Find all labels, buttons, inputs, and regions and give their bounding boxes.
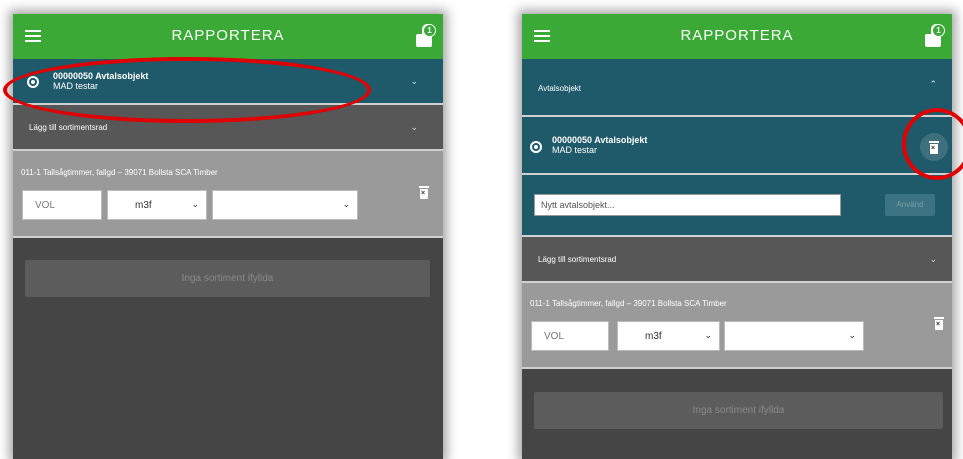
lock-icon[interactable]: 1	[925, 24, 945, 48]
object-row[interactable]: 00000050 Avtalsobjekt MAD testar ×	[522, 117, 952, 175]
object-title: 00000050 Avtalsobjekt	[552, 135, 648, 145]
chevron-down-icon[interactable]: ⌄	[410, 122, 418, 133]
chevron-down-icon: ⌄	[342, 199, 350, 209]
chevron-down-icon: ⌄	[848, 330, 856, 340]
lock-badge: 1	[423, 24, 436, 37]
assortment-label: 011-1 Tallsågtimmer, fallgd – 39071 Boll…	[21, 168, 218, 177]
unit-select[interactable]: m3f ⌄	[617, 321, 720, 351]
trash-icon[interactable]: ×	[419, 186, 429, 199]
right-screen: RAPPORTERA 1 Avtalsobjekt ⌃ 00000050 Avt…	[522, 14, 952, 459]
left-screen: RAPPORTERA 1 00000050 Avtalsobjekt MAD t…	[13, 14, 443, 459]
avtalsobjekt-header[interactable]: Avtalsobjekt ⌃	[522, 59, 952, 117]
object-row[interactable]: 00000050 Avtalsobjekt MAD testar ⌄	[13, 59, 443, 105]
trash-icon[interactable]: ×	[934, 317, 944, 330]
app-title: RAPPORTERA	[171, 27, 285, 44]
volume-input[interactable]: VOL	[531, 321, 609, 351]
extra-select[interactable]: ⌄	[212, 190, 358, 220]
lock-icon[interactable]: 1	[416, 24, 436, 48]
add-assortment-label: Lägg till sortimentsrad	[29, 123, 108, 132]
empty-assortment-button[interactable]: Inga sortiment ifyllda	[25, 260, 430, 297]
unit-select[interactable]: m3f ⌄	[107, 190, 207, 220]
app-title: RAPPORTERA	[680, 27, 794, 44]
volume-input[interactable]: VOL	[22, 190, 102, 220]
assortment-panel: 011-1 Tallsågtimmer, fallgd – 39071 Boll…	[522, 283, 952, 369]
add-assortment-row[interactable]: Lägg till sortimentsrad ⌄	[13, 105, 443, 151]
object-subtitle: MAD testar	[53, 81, 99, 91]
object-title: 00000050 Avtalsobjekt	[53, 71, 149, 81]
trash-icon: ×	[929, 141, 939, 154]
app-bar: RAPPORTERA 1	[13, 14, 443, 59]
chevron-down-icon[interactable]: ⌄	[929, 254, 937, 265]
app-bar: RAPPORTERA 1	[522, 14, 952, 59]
chevron-up-icon[interactable]: ⌃	[929, 79, 937, 90]
radio-selected-icon[interactable]	[27, 76, 39, 88]
delete-object-button[interactable]: ×	[920, 133, 948, 161]
object-subtitle: MAD testar	[552, 145, 598, 155]
add-assortment-label: Lägg till sortimentsrad	[538, 255, 617, 264]
add-assortment-row[interactable]: Lägg till sortimentsrad ⌄	[522, 237, 952, 283]
assortment-label: 011-1 Tallsågtimmer, fallgd – 39071 Boll…	[530, 299, 727, 308]
extra-select[interactable]: ⌄	[724, 321, 864, 351]
use-button[interactable]: Använd	[885, 194, 935, 216]
lock-badge: 1	[932, 24, 945, 37]
chevron-down-icon[interactable]: ⌄	[410, 76, 418, 87]
avtalsobjekt-section-title: Avtalsobjekt	[538, 84, 581, 93]
radio-selected-icon[interactable]	[530, 141, 542, 153]
empty-assortment-button[interactable]: Inga sortiment ifyllda	[534, 392, 943, 429]
new-object-row: Nytt avtalsobjekt... Använd	[522, 175, 952, 237]
chevron-down-icon: ⌄	[704, 330, 712, 340]
chevron-down-icon: ⌄	[191, 199, 199, 209]
assortment-panel: 011-1 Tallsågtimmer, fallgd – 39071 Boll…	[13, 151, 443, 238]
new-object-input[interactable]: Nytt avtalsobjekt...	[534, 194, 841, 216]
